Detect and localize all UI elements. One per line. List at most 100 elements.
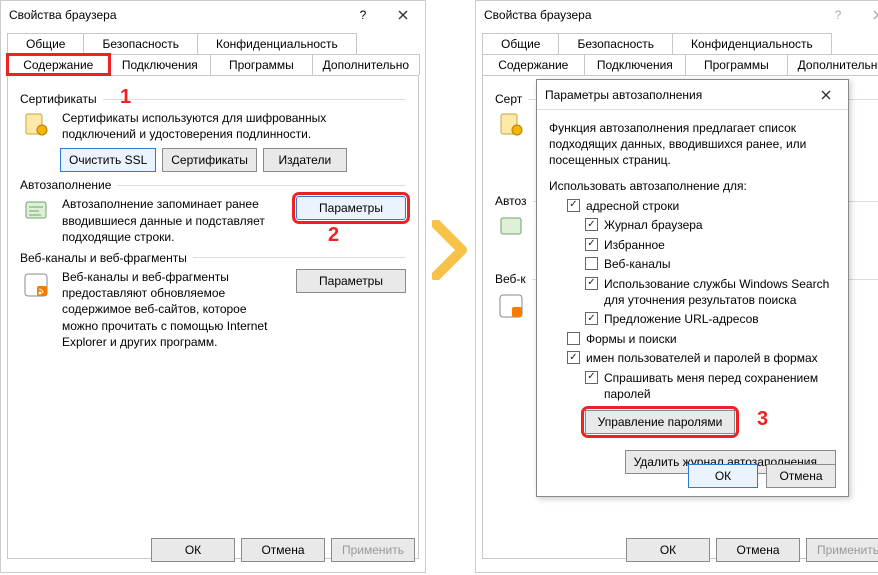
section-label: Сертификаты bbox=[20, 92, 97, 106]
apply-button[interactable]: Применить bbox=[806, 538, 878, 562]
chk-label: Журнал браузера bbox=[604, 218, 703, 234]
ok-button[interactable]: ОК bbox=[626, 538, 710, 562]
chk-windows-search[interactable]: Использование службы Windows Search для … bbox=[549, 275, 836, 310]
autocomplete-settings-dialog: Параметры автозаполнения Функция автозап… bbox=[536, 79, 849, 497]
close-icon bbox=[873, 10, 878, 20]
checkbox-icon bbox=[585, 371, 598, 384]
tab-content-panel: Сертификаты Сертификаты используются для… bbox=[7, 75, 419, 559]
section-feeds-title: Веб-каналы и веб-фрагменты bbox=[20, 251, 406, 265]
annotation-2: 2 bbox=[328, 224, 339, 247]
divider bbox=[193, 257, 406, 258]
chk-label: Избранное bbox=[604, 238, 665, 254]
annotation-3: 3 bbox=[757, 408, 768, 431]
chk-usernames-passwords[interactable]: имен пользователей и паролей в формах bbox=[549, 349, 836, 369]
tab-advanced[interactable]: Дополнительно bbox=[312, 54, 420, 75]
internet-options-dialog-left: Свойства браузера ? Общие Безопасность К… bbox=[0, 0, 426, 573]
dialog-buttons: ОК Отмена Применить bbox=[482, 530, 878, 566]
chk-history[interactable]: Журнал браузера bbox=[549, 216, 836, 236]
close-icon bbox=[398, 10, 408, 20]
divider bbox=[117, 185, 406, 186]
help-button[interactable]: ? bbox=[818, 3, 858, 27]
cancel-button[interactable]: Отмена bbox=[241, 538, 325, 562]
tab-content[interactable]: Содержание bbox=[7, 54, 110, 75]
sub-cancel-button[interactable]: Отмена bbox=[766, 464, 836, 488]
autocomplete-desc: Автозаполнение запоминает ранее вводивши… bbox=[62, 196, 286, 245]
section-autocomplete-title: Автозаполнение bbox=[20, 178, 406, 192]
divider bbox=[103, 99, 406, 100]
arrow-icon bbox=[432, 220, 472, 280]
section-certificates-title: Сертификаты bbox=[20, 92, 406, 106]
publishers-button[interactable]: Издатели bbox=[263, 148, 347, 172]
tab-general[interactable]: Общие bbox=[7, 33, 84, 54]
tab-programs[interactable]: Программы bbox=[210, 54, 313, 75]
sub-ok-button[interactable]: ОК bbox=[688, 464, 758, 488]
apply-button[interactable]: Применить bbox=[331, 538, 415, 562]
chk-url-suggestions[interactable]: Предложение URL-адресов bbox=[549, 310, 836, 330]
autocomplete-settings-button[interactable]: Параметры bbox=[296, 196, 406, 220]
checkbox-icon bbox=[585, 312, 598, 325]
section-label: Веб-каналы и веб-фрагменты bbox=[20, 251, 187, 265]
chk-address-bar[interactable]: адресной строки bbox=[549, 197, 836, 217]
tab-privacy[interactable]: Конфиденциальность bbox=[672, 33, 832, 54]
autocomplete-icon bbox=[20, 196, 52, 228]
tab-connections[interactable]: Подключения bbox=[584, 54, 687, 75]
certificates-desc: Сертификаты используются для шифрованных… bbox=[62, 110, 406, 142]
window-title: Свойства браузера bbox=[9, 8, 343, 22]
checkbox-icon bbox=[567, 351, 580, 364]
checkbox-icon bbox=[585, 257, 598, 270]
intro-text: Функция автозаполнения предлагает список… bbox=[549, 120, 836, 169]
cancel-button[interactable]: Отмена bbox=[716, 538, 800, 562]
autocomplete-icon bbox=[495, 212, 527, 244]
feeds-icon bbox=[20, 269, 52, 301]
tabs: Общие Безопасность Конфиденциальность Со… bbox=[1, 29, 425, 75]
chk-label: Веб-каналы bbox=[604, 257, 671, 273]
certificate-icon bbox=[20, 110, 52, 142]
chk-label: Предложение URL-адресов bbox=[604, 312, 759, 328]
titlebar: Свойства браузера ? bbox=[1, 1, 425, 29]
section-certificates: Сертификаты используются для шифрованных… bbox=[20, 110, 406, 142]
tab-general[interactable]: Общие bbox=[482, 33, 559, 54]
titlebar: Свойства браузера ? bbox=[476, 1, 878, 29]
chk-label: Спрашивать меня перед сохранением пароле… bbox=[604, 371, 836, 402]
manage-passwords-button[interactable]: Управление паролями bbox=[585, 410, 735, 434]
close-icon bbox=[821, 90, 831, 100]
tab-privacy[interactable]: Конфиденциальность bbox=[197, 33, 357, 54]
checkbox-icon bbox=[585, 218, 598, 231]
ok-button[interactable]: ОК bbox=[151, 538, 235, 562]
tab-connections[interactable]: Подключения bbox=[109, 54, 212, 75]
sub-dialog-buttons: ОК Отмена bbox=[688, 464, 836, 488]
sub-close-button[interactable] bbox=[806, 83, 846, 107]
chk-feeds[interactable]: Веб-каналы bbox=[549, 255, 836, 275]
dialog-buttons: ОК Отмена Применить bbox=[7, 530, 419, 566]
certificate-icon bbox=[495, 110, 527, 142]
tab-content[interactable]: Содержание bbox=[482, 54, 585, 75]
internet-options-dialog-right: Свойства браузера ? Общие Безопасность К… bbox=[475, 0, 878, 573]
chk-favorites[interactable]: Избранное bbox=[549, 236, 836, 256]
feeds-settings-button[interactable]: Параметры bbox=[296, 269, 406, 293]
chk-label: имен пользователей и паролей в формах bbox=[586, 351, 818, 367]
close-button[interactable] bbox=[383, 3, 423, 27]
close-button[interactable] bbox=[858, 3, 878, 27]
use-label: Использовать автозаполнение для: bbox=[549, 179, 836, 193]
window-title: Свойства браузера bbox=[484, 8, 818, 22]
feeds-icon bbox=[495, 290, 527, 322]
help-button[interactable]: ? bbox=[343, 3, 383, 27]
certificates-button[interactable]: Сертификаты bbox=[162, 148, 257, 172]
tab-security[interactable]: Безопасность bbox=[558, 33, 673, 54]
checkbox-icon bbox=[567, 332, 580, 345]
sub-title: Параметры автозаполнения bbox=[545, 88, 806, 102]
sub-titlebar: Параметры автозаполнения bbox=[537, 80, 848, 110]
annotation-1: 1 bbox=[120, 86, 131, 109]
section-autocomplete: Автозаполнение запоминает ранее вводивши… bbox=[20, 196, 406, 245]
checkbox-icon bbox=[585, 277, 598, 290]
tab-security[interactable]: Безопасность bbox=[83, 33, 198, 54]
section-label: Автозаполнение bbox=[20, 178, 111, 192]
clear-ssl-button[interactable]: Очистить SSL bbox=[60, 148, 156, 172]
feeds-desc: Веб-каналы и веб-фрагменты предоставляют… bbox=[62, 269, 286, 350]
tab-programs[interactable]: Программы bbox=[685, 54, 788, 75]
chk-ask-before-save[interactable]: Спрашивать меня перед сохранением пароле… bbox=[549, 369, 836, 404]
chk-label: Использование службы Windows Search для … bbox=[604, 277, 836, 308]
tab-advanced[interactable]: Дополнительно bbox=[787, 54, 878, 75]
tabs: Общие Безопасность Конфиденциальность Со… bbox=[476, 29, 878, 75]
chk-forms[interactable]: Формы и поиски bbox=[549, 330, 836, 350]
